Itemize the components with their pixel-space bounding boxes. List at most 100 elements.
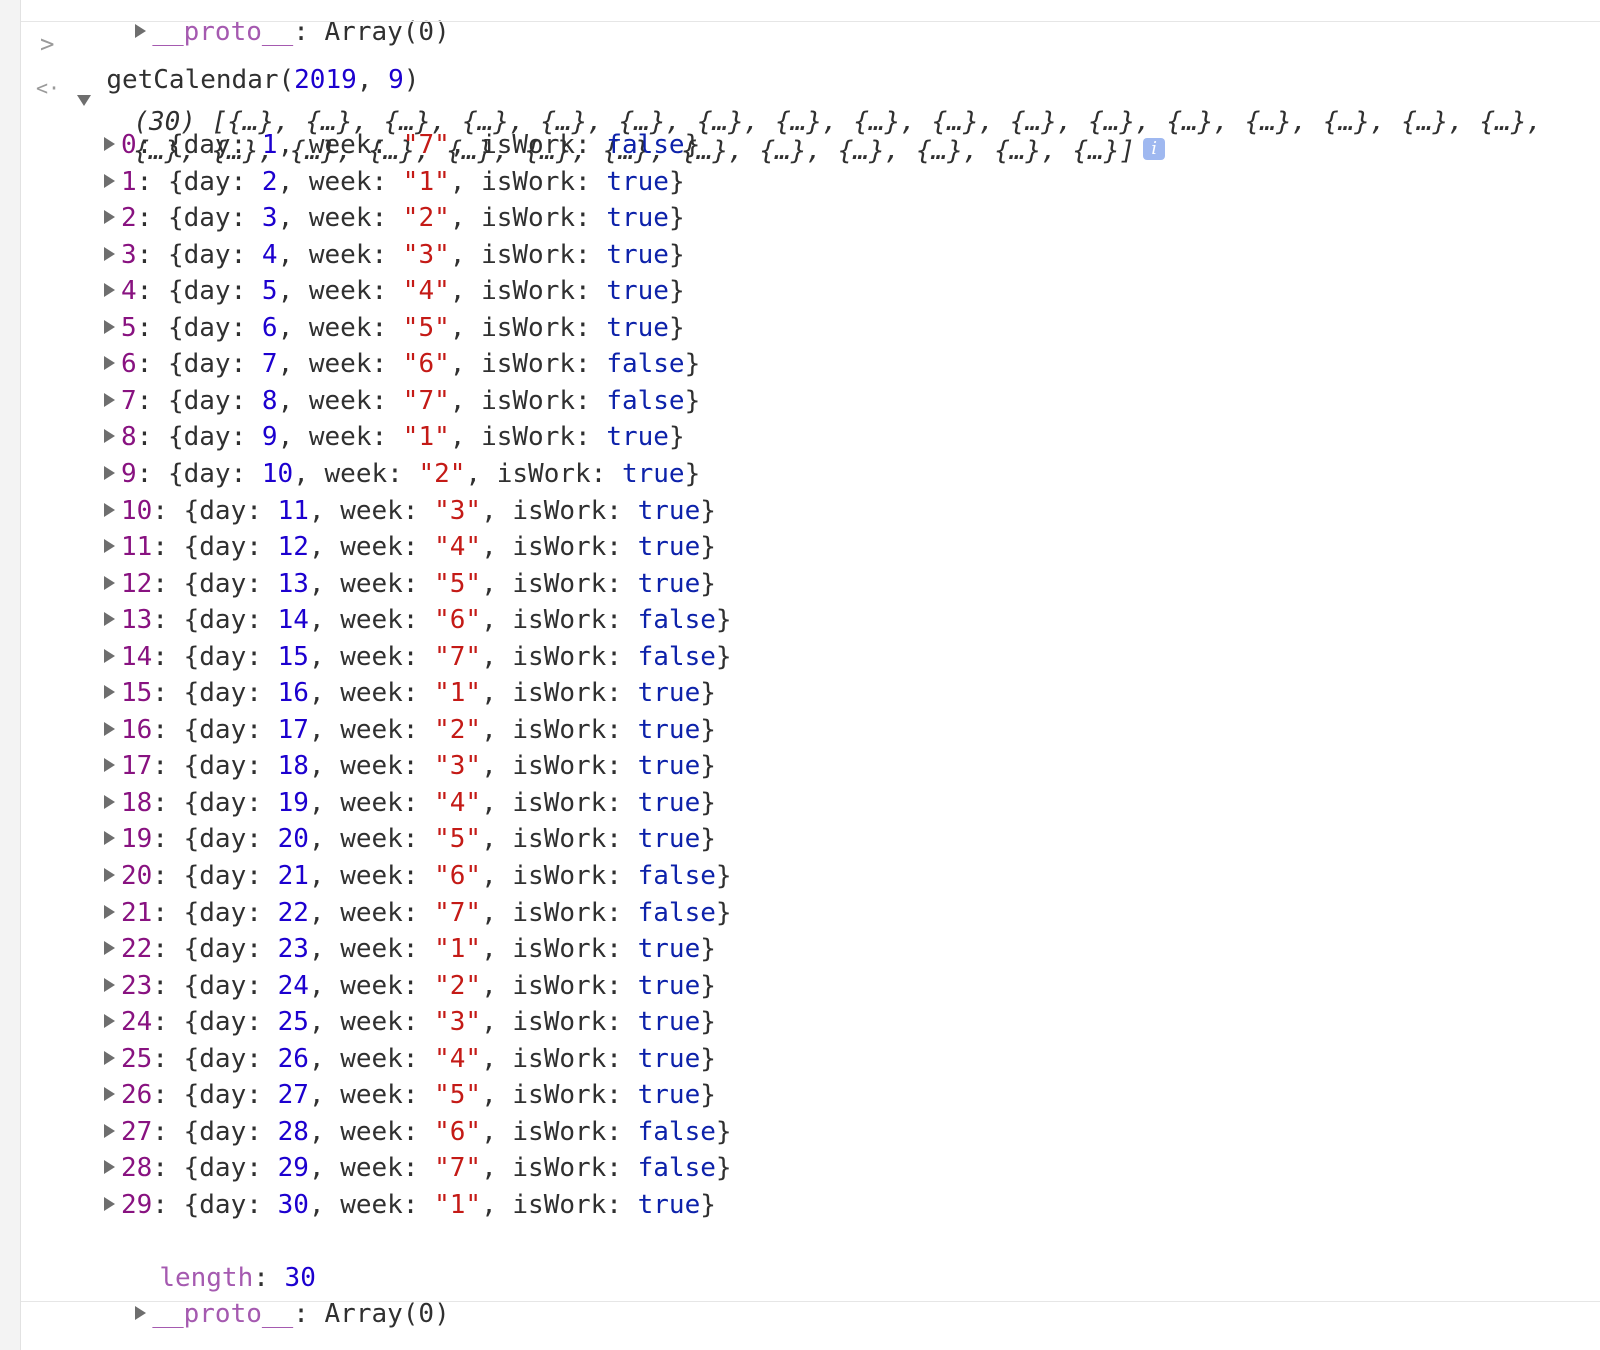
info-icon[interactable]: i (1143, 137, 1166, 160)
array-item-row[interactable]: 1: {day: 2, week: "1", isWork: true} (104, 164, 685, 200)
item-index: 0 (121, 130, 137, 160)
iswork-key: isWork: (496, 459, 622, 489)
iswork-key: isWork: (481, 203, 607, 233)
iswork-value: false (637, 1153, 716, 1183)
expand-arrow-icon[interactable] (104, 319, 115, 334)
iswork-value: true (621, 459, 685, 489)
array-item-row[interactable]: 19: {day: 20, week: "5", isWork: true} (104, 821, 716, 857)
array-item-row[interactable]: 7: {day: 8, week: "7", isWork: false} (104, 383, 700, 419)
array-item-row[interactable]: 4: {day: 5, week: "4", isWork: true} (104, 273, 685, 309)
expand-arrow-icon[interactable] (104, 1013, 115, 1028)
expand-arrow-icon[interactable] (104, 684, 115, 699)
array-item-row[interactable]: 28: {day: 29, week: "7", isWork: false} (104, 1150, 732, 1186)
expand-arrow-icon[interactable] (104, 465, 115, 480)
iswork-value: true (637, 824, 701, 854)
array-item-row[interactable]: 24: {day: 25, week: "3", isWork: true} (104, 1004, 716, 1040)
expand-arrow-icon[interactable] (104, 1196, 115, 1211)
week-key: week: (340, 1153, 435, 1183)
array-item-row[interactable]: 26: {day: 27, week: "5", isWork: true} (104, 1077, 716, 1113)
proto-row[interactable]: __proto__: Array(0) (104, 1260, 450, 1329)
item-index: 16 (121, 715, 153, 745)
expand-arrow-icon[interactable] (104, 392, 115, 407)
array-item-row[interactable]: 23: {day: 24, week: "2", isWork: true} (104, 968, 716, 1004)
expand-arrow-icon[interactable] (104, 757, 115, 772)
expand-arrow-icon[interactable] (104, 794, 115, 809)
item-index: 9 (121, 459, 137, 489)
array-item-row[interactable]: 22: {day: 23, week: "1", isWork: true} (104, 931, 716, 967)
iswork-value: true (637, 569, 701, 599)
day-value: 30 (277, 1190, 309, 1220)
array-item-row[interactable]: 6: {day: 7, week: "6", isWork: false} (104, 346, 700, 382)
day-key: day: (199, 751, 278, 781)
array-item-row[interactable]: 13: {day: 14, week: "6", isWork: false} (104, 602, 732, 638)
item-index: 7 (121, 386, 137, 416)
item-index: 22 (121, 934, 153, 964)
array-item-row[interactable]: 0: {day: 1, week: "7", isWork: false} (104, 127, 700, 163)
expand-arrow-icon[interactable] (104, 1159, 115, 1174)
iswork-value: true (637, 1190, 701, 1220)
array-item-row[interactable]: 27: {day: 28, week: "6", isWork: false} (104, 1114, 732, 1150)
expand-arrow-icon[interactable] (104, 611, 115, 626)
iswork-value: false (637, 898, 716, 928)
console-gutter (0, 0, 21, 1350)
week-value: "2" (434, 715, 482, 745)
item-index: 23 (121, 971, 153, 1001)
array-item-row[interactable]: 2: {day: 3, week: "2", isWork: true} (104, 200, 685, 236)
console-command[interactable]: getCalendar(2019, 9) (75, 26, 419, 95)
expand-arrow-icon[interactable] (104, 246, 115, 261)
array-item-row[interactable]: 18: {day: 19, week: "4", isWork: true} (104, 785, 716, 821)
expand-arrow-icon[interactable] (104, 173, 115, 188)
array-item-row[interactable]: 20: {day: 21, week: "6", isWork: false} (104, 858, 732, 894)
expand-arrow-icon[interactable] (104, 867, 115, 882)
iswork-key: isWork: (512, 1007, 638, 1037)
array-item-row[interactable]: 8: {day: 9, week: "1", isWork: true} (104, 419, 685, 455)
array-item-row[interactable]: 29: {day: 30, week: "1", isWork: true} (104, 1187, 716, 1223)
iswork-key: isWork: (512, 605, 638, 635)
day-key: day: (199, 715, 278, 745)
expand-arrow-icon[interactable] (104, 428, 115, 443)
expand-arrow-icon[interactable] (104, 1050, 115, 1065)
iswork-key: isWork: (481, 167, 607, 197)
array-item-row[interactable]: 21: {day: 22, week: "7", isWork: false} (104, 895, 732, 931)
expand-arrow-icon[interactable] (104, 904, 115, 919)
expand-arrow-icon[interactable] (104, 1123, 115, 1138)
array-item-row[interactable]: 17: {day: 18, week: "3", isWork: true} (104, 748, 716, 784)
expand-arrow-icon[interactable] (104, 355, 115, 370)
expand-arrow-icon[interactable] (104, 1086, 115, 1101)
expand-arrow-icon[interactable] (104, 282, 115, 297)
day-key: day: (199, 605, 278, 635)
expand-arrow-icon[interactable] (104, 648, 115, 663)
week-value: "4" (434, 788, 482, 818)
week-key: week: (340, 1117, 435, 1147)
array-item-row[interactable]: 11: {day: 12, week: "4", isWork: true} (104, 529, 716, 565)
expand-arrow-icon[interactable] (104, 209, 115, 224)
expand-arrow-icon[interactable] (104, 721, 115, 736)
array-item-row[interactable]: 9: {day: 10, week: "2", isWork: true} (104, 456, 700, 492)
expand-arrow-icon[interactable] (104, 830, 115, 845)
expand-arrow-icon[interactable] (104, 977, 115, 992)
array-item-row[interactable]: 16: {day: 17, week: "2", isWork: true} (104, 712, 716, 748)
week-key: week: (340, 824, 435, 854)
array-item-row[interactable]: 3: {day: 4, week: "3", isWork: true} (104, 237, 685, 273)
input-prompt-icon: > (40, 30, 55, 58)
partial-proto-row[interactable]: __proto__: Array(0) (104, 0, 450, 47)
iswork-value: false (637, 642, 716, 672)
expand-arrow-icon[interactable] (135, 1305, 147, 1320)
array-item-row[interactable]: 14: {day: 15, week: "7", isWork: false} (104, 639, 732, 675)
expand-arrow-icon[interactable] (104, 538, 115, 553)
week-value: "6" (434, 1117, 482, 1147)
expand-arrow-icon[interactable] (104, 575, 115, 590)
expand-arrow-icon[interactable] (104, 136, 115, 151)
array-item-row[interactable]: 10: {day: 11, week: "3", isWork: true} (104, 493, 716, 529)
expand-arrow-icon[interactable] (104, 940, 115, 955)
iswork-key: isWork: (512, 1190, 638, 1220)
array-item-row[interactable]: 25: {day: 26, week: "4", isWork: true} (104, 1041, 716, 1077)
week-key: week: (340, 898, 435, 928)
day-key: day: (183, 203, 262, 233)
iswork-value: true (637, 751, 701, 781)
array-item-row[interactable]: 15: {day: 16, week: "1", isWork: true} (104, 675, 716, 711)
collapse-arrow-icon[interactable] (77, 95, 91, 106)
array-item-row[interactable]: 5: {day: 6, week: "5", isWork: true} (104, 310, 685, 346)
array-item-row[interactable]: 12: {day: 13, week: "5", isWork: true} (104, 566, 716, 602)
expand-arrow-icon[interactable] (104, 502, 115, 517)
